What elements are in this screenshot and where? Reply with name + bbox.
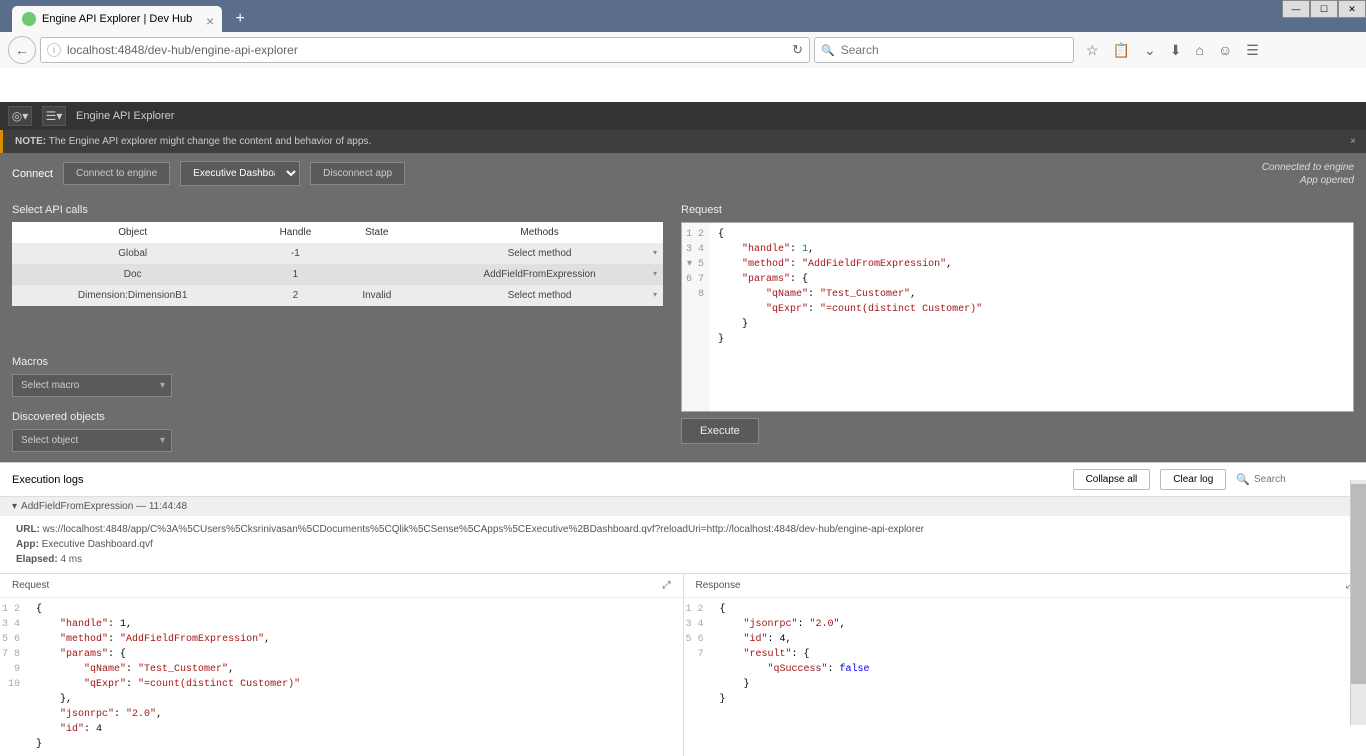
exec-header: Execution logs Collapse all Clear log 🔍: [0, 463, 1366, 497]
response-log-pane: Response ⤢ 1 2 3 4 5 6 7 { "jsonrpc": "2…: [683, 574, 1366, 756]
expand-icon[interactable]: ⤢: [663, 580, 671, 591]
gutter: 1 2 3 4 5 6 7 8 9 10: [0, 598, 28, 756]
connect-engine-button[interactable]: Connect to engine: [63, 162, 170, 185]
chat-icon[interactable]: ☺: [1218, 42, 1232, 59]
log-search-input[interactable]: [1254, 474, 1354, 485]
browser-search[interactable]: 🔍: [814, 37, 1074, 63]
method-select[interactable]: AddFieldFromExpression: [416, 264, 663, 285]
log-entry-header[interactable]: ▾ AddFieldFromExpression — 11:44:48: [0, 497, 1366, 516]
connection-status: Connected to engine App opened: [1262, 161, 1354, 187]
clipboard-icon[interactable]: 📋: [1113, 42, 1130, 59]
log-req-label: Request: [12, 580, 49, 591]
col-state: State: [338, 222, 417, 243]
search-icon: 🔍: [821, 44, 835, 57]
scrollbar[interactable]: [1350, 480, 1366, 725]
api-calls-label: Select API calls: [12, 204, 663, 216]
request-log-pane: Request ⤢ 1 2 3 4 5 6 7 8 9 10 { "handle…: [0, 574, 683, 756]
minimize-button[interactable]: —: [1282, 0, 1310, 18]
left-pane: Select API calls Object Handle State Met…: [0, 194, 675, 462]
exec-logs: Execution logs Collapse all Clear log 🔍 …: [0, 462, 1366, 756]
log-response-body: { "jsonrpc": "2.0", "id": 4, "result": {…: [712, 598, 878, 711]
tab-bar: Engine API Explorer | Dev Hub × +: [0, 0, 1366, 32]
menu-icon[interactable]: ☰: [1246, 42, 1259, 59]
log-meta: URL: ws://localhost:4848/app/C%3A%5CUser…: [0, 516, 1366, 573]
reload-icon[interactable]: ↻: [792, 42, 803, 58]
tab-close-icon[interactable]: ×: [206, 13, 214, 29]
app-menu-icon[interactable]: ◎▾: [8, 106, 32, 126]
clear-log-button[interactable]: Clear log: [1160, 469, 1226, 490]
list-icon[interactable]: ☰▾: [42, 106, 66, 126]
exec-label: Execution logs: [12, 474, 84, 486]
method-select[interactable]: Select method: [416, 243, 663, 264]
toolbar-icons: ☆ 📋 ⌄ ⬇ ⌂ ☺ ☰: [1086, 42, 1259, 59]
page-title: Engine API Explorer: [76, 110, 174, 122]
warning-text: The Engine API explorer might change the…: [49, 136, 371, 147]
execute-button[interactable]: Execute: [681, 418, 759, 444]
chevron-down-icon: ▾: [12, 501, 17, 512]
browser-tab[interactable]: Engine API Explorer | Dev Hub ×: [12, 6, 222, 32]
collapse-all-button[interactable]: Collapse all: [1073, 469, 1151, 490]
maximize-button[interactable]: ☐: [1310, 0, 1338, 18]
request-editor[interactable]: 1 2 3 4 ▾ 5 6 7 8 { "handle": 1, "method…: [681, 222, 1354, 412]
blank-area: [0, 68, 1366, 102]
log-panes: Request ⤢ 1 2 3 4 5 6 7 8 9 10 { "handle…: [0, 573, 1366, 756]
right-pane: Request 1 2 3 4 ▾ 5 6 7 8 { "handle": 1,…: [675, 194, 1366, 462]
connect-bar: Connect Connect to engine Executive Dash…: [0, 153, 1366, 194]
browser-search-input[interactable]: [841, 43, 1067, 57]
download-icon[interactable]: ⬇: [1170, 42, 1182, 59]
log-search[interactable]: 🔍: [1236, 473, 1354, 486]
tab-title: Engine API Explorer | Dev Hub: [42, 13, 192, 25]
main-area: Select API calls Object Handle State Met…: [0, 194, 1366, 462]
warning-prefix: NOTE:: [15, 136, 46, 147]
back-button[interactable]: ←: [8, 36, 36, 64]
macro-select[interactable]: Select macro: [12, 374, 172, 397]
api-table: Object Handle State Methods Global -1 Se…: [12, 222, 663, 306]
close-icon[interactable]: ×: [1350, 136, 1356, 147]
macros-label: Macros: [12, 356, 663, 368]
request-code[interactable]: { "handle": 1, "method": "AddFieldFromEx…: [710, 223, 990, 411]
new-tab-button[interactable]: +: [228, 8, 252, 30]
log-request-body: { "handle": 1, "method": "AddFieldFromEx…: [28, 598, 308, 756]
info-icon[interactable]: i: [47, 43, 61, 57]
search-icon: 🔍: [1236, 473, 1250, 486]
gutter: 1 2 3 4 5 6 7: [684, 598, 712, 711]
disconnect-button[interactable]: Disconnect app: [310, 162, 405, 185]
close-window-button[interactable]: ✕: [1338, 0, 1366, 18]
app-select[interactable]: Executive Dashboard: [180, 161, 300, 186]
favicon-icon: [22, 12, 36, 26]
table-row[interactable]: Doc 1 AddFieldFromExpression: [12, 264, 663, 285]
log-resp-label: Response: [696, 580, 741, 591]
method-select[interactable]: Select method: [416, 285, 663, 306]
home-icon[interactable]: ⌂: [1195, 42, 1203, 59]
discovered-select[interactable]: Select object: [12, 429, 172, 452]
url-bar[interactable]: i localhost:4848/dev-hub/engine-api-expl…: [40, 37, 810, 63]
url-text: localhost:4848/dev-hub/engine-api-explor…: [67, 43, 298, 57]
request-label: Request: [681, 204, 1354, 216]
discovered-label: Discovered objects: [12, 411, 663, 423]
table-row[interactable]: Dimension:DimensionB1 2 Invalid Select m…: [12, 285, 663, 306]
col-methods: Methods: [416, 222, 663, 243]
log-entry-title: AddFieldFromExpression — 11:44:48: [21, 501, 187, 512]
gutter: 1 2 3 4 ▾ 5 6 7 8: [682, 223, 710, 411]
browser-chrome: — ☐ ✕ Engine API Explorer | Dev Hub × + …: [0, 0, 1366, 68]
connect-label: Connect: [12, 168, 53, 180]
nav-bar: ← i localhost:4848/dev-hub/engine-api-ex…: [0, 32, 1366, 68]
col-object: Object: [12, 222, 253, 243]
warning-bar: NOTE: The Engine API explorer might chan…: [0, 130, 1366, 153]
window-controls: — ☐ ✕: [1282, 0, 1366, 18]
col-handle: Handle: [253, 222, 337, 243]
star-icon[interactable]: ☆: [1086, 42, 1099, 59]
table-row[interactable]: Global -1 Select method: [12, 243, 663, 264]
app-header: ◎▾ ☰▾ Engine API Explorer: [0, 102, 1366, 130]
pocket-icon[interactable]: ⌄: [1144, 42, 1156, 59]
